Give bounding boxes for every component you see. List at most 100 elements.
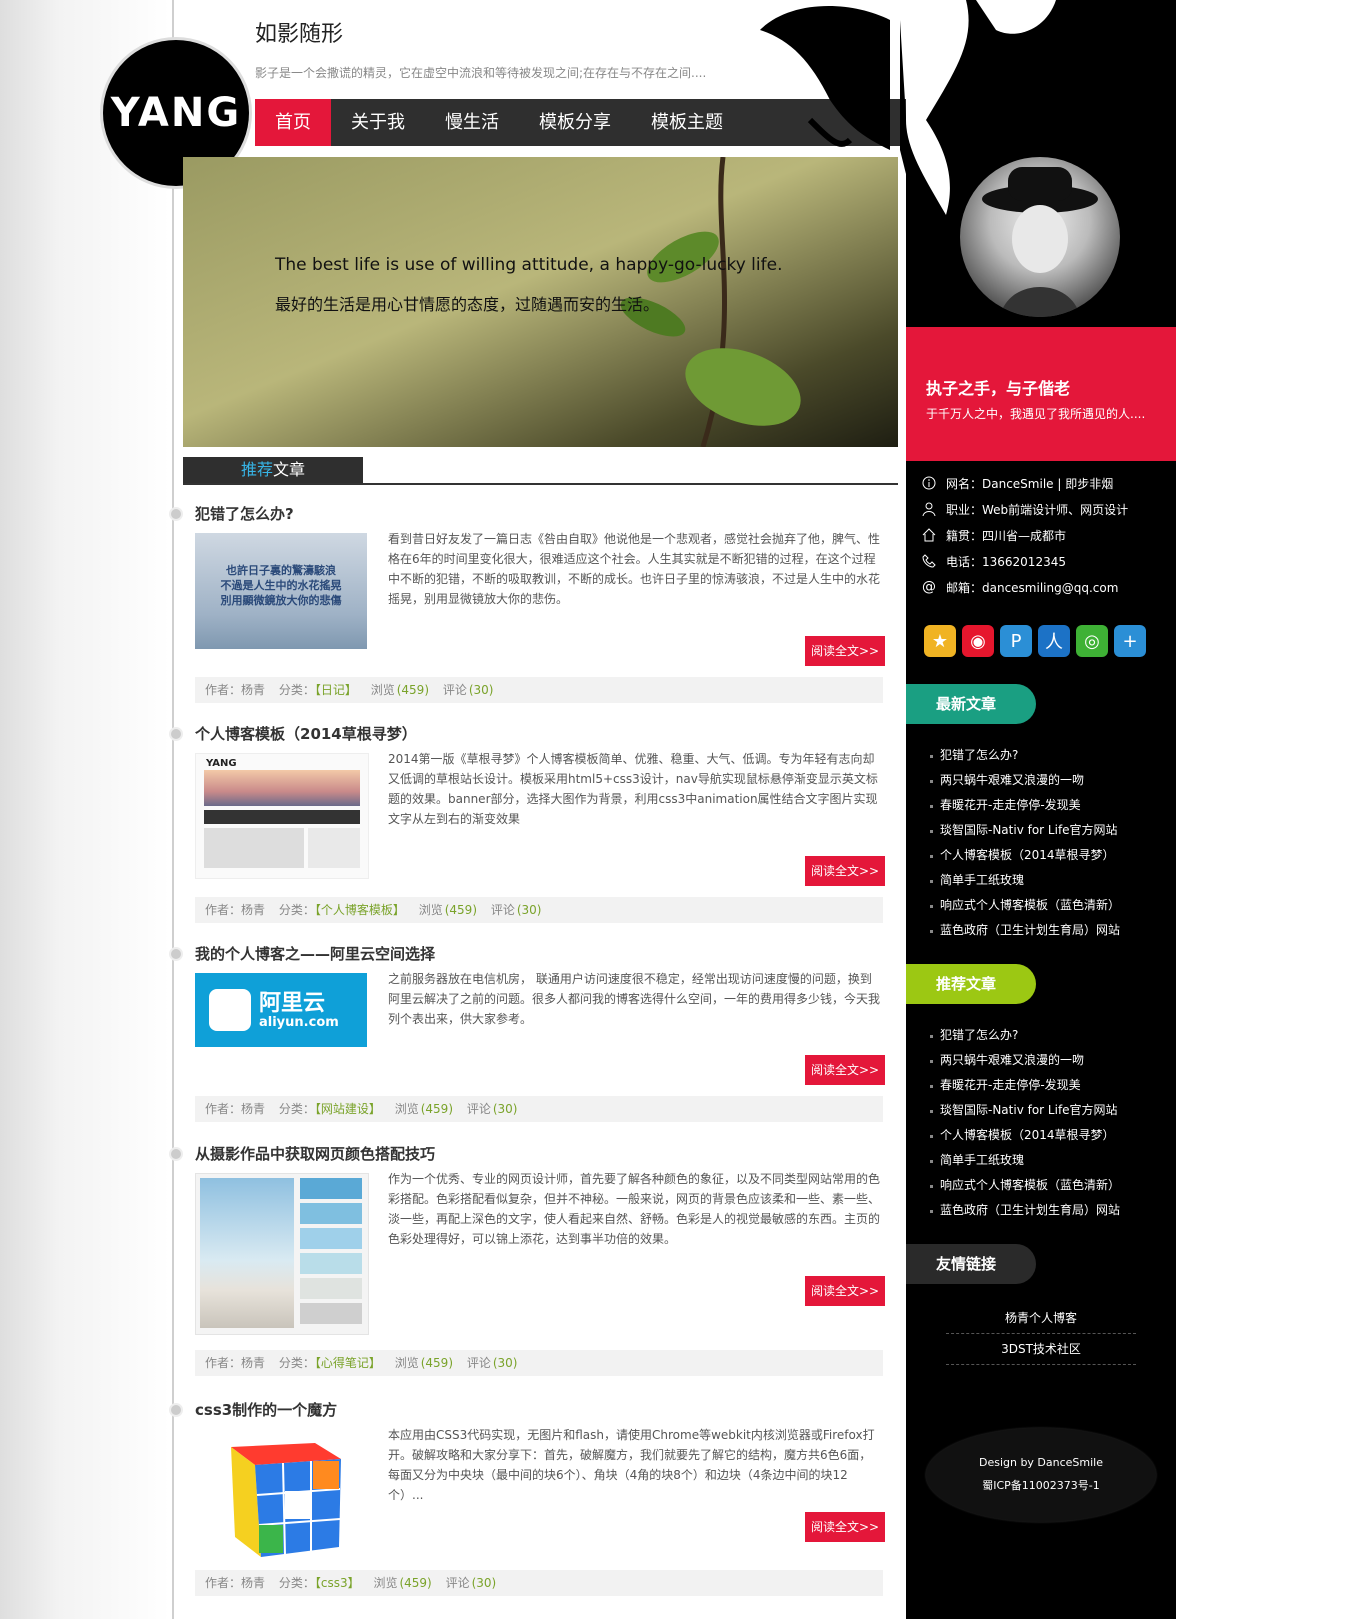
- author-name: 杨青: [241, 1102, 266, 1116]
- views-count: (459): [420, 1356, 454, 1370]
- article-title[interactable]: 个人博客模板（2014草根寻梦）: [195, 723, 417, 744]
- qzone-icon[interactable]: ★: [924, 625, 956, 657]
- recommended-tab: 推荐文章: [183, 457, 363, 483]
- thumbnail-caption: 也許日子裏的驚濤駭浪 不過是人生中的水花搖晃 別用顯微鏡放大你的悲傷: [220, 564, 342, 607]
- friend-link[interactable]: 杨青个人博客: [946, 1303, 1136, 1334]
- phone-text: 电话：13662012345: [946, 554, 1066, 569]
- friend-link[interactable]: 3DST技术社区: [946, 1334, 1136, 1365]
- thumbnail-subcaption: aliyun.com: [259, 1015, 339, 1030]
- site-title: 如影随形: [255, 22, 344, 47]
- profile-job: 职业：Web前端设计师、网页设计: [920, 500, 1128, 518]
- category-link[interactable]: 【心得笔记】: [315, 1356, 381, 1370]
- read-more-button[interactable]: 阅读全文>>: [805, 856, 885, 886]
- renren-icon[interactable]: 人: [1038, 625, 1070, 657]
- nickname-text: 网名：DanceSmile | 即步非烟: [946, 476, 1114, 491]
- category-label: 分类：: [278, 903, 315, 917]
- article-summary: 之前服务器放在电信机房， 联通用户访问速度很不稳定，经常出现访问速度慢的问题，换…: [388, 972, 881, 1026]
- read-more-button[interactable]: 阅读全文>>: [805, 1512, 885, 1542]
- article-summary: 看到昔日好友发了一篇日志《咎由自取》他说他是一个悲观者，感觉社会抛弃了他，脾气、…: [388, 532, 881, 606]
- avatar-portrait: [982, 167, 1098, 317]
- sidebar-article-link[interactable]: 响应式个人博客模板（蓝色清新）: [926, 1173, 1166, 1198]
- comments-label: 评论: [445, 1576, 470, 1590]
- tencent-weibo-icon[interactable]: P: [1000, 625, 1032, 657]
- category-link[interactable]: 【css3】: [315, 1576, 360, 1590]
- sidebar-article-link[interactable]: 犯错了怎么办?: [926, 1023, 1166, 1048]
- banner-chinese-quote: 最好的生活是用心甘情愿的态度，过随遇而安的生活。: [275, 295, 660, 314]
- timeline-dot: [169, 727, 183, 741]
- read-more-button[interactable]: 阅读全文>>: [805, 1276, 885, 1306]
- article-meta: 作者：杨青 分类：【网站建设】 浏览 (459) 评论 (30): [195, 1096, 883, 1122]
- category-link[interactable]: 【日记】: [315, 683, 357, 697]
- views-count: (459): [420, 1102, 454, 1116]
- color-swatch: [300, 1278, 362, 1299]
- read-more-button[interactable]: 阅读全文>>: [805, 1055, 885, 1085]
- nav-item-themes[interactable]: 模板主题: [631, 99, 743, 146]
- category-label: 分类：: [278, 1102, 315, 1116]
- sidebar-article-link[interactable]: 个人博客模板（2014草根寻梦）: [926, 1123, 1166, 1148]
- sidebar-article-link[interactable]: 两只蜗牛艰难又浪漫的一吻: [926, 768, 1166, 793]
- motto-title: 执子之手，与子偕老: [926, 379, 1071, 398]
- sidebar-article-link[interactable]: 犯错了怎么办?: [926, 743, 1166, 768]
- sidebar-article-link[interactable]: 两只蜗牛艰难又浪漫的一吻: [926, 1048, 1166, 1073]
- timeline-dot: [169, 1403, 183, 1417]
- motto-box: 执子之手，与子偕老 于千万人之中，我遇见了我所遇见的人....: [906, 327, 1176, 461]
- views-count: (459): [399, 1576, 432, 1590]
- comments-count: (30): [492, 1102, 518, 1116]
- category-label: 分类：: [278, 683, 315, 697]
- article-thumbnail[interactable]: 阿里云 aliyun.com: [195, 973, 367, 1047]
- nav-item-about[interactable]: 关于我: [331, 99, 425, 146]
- article-title[interactable]: 我的个人博客之——阿里云空间选择: [195, 943, 435, 964]
- thumbnail-caption: YANG: [206, 758, 237, 769]
- color-swatch: [300, 1228, 362, 1249]
- nav-item-home[interactable]: 首页: [255, 99, 331, 146]
- hometown-text: 籍贯：四川省—成都市: [946, 528, 1067, 543]
- profile-avatar[interactable]: [960, 157, 1120, 317]
- rubiks-cube-icon[interactable]: [195, 1429, 367, 1559]
- views-label: 浏览: [394, 1102, 419, 1116]
- views-label: 浏览: [370, 683, 395, 697]
- article-title[interactable]: css3制作的一个魔方: [195, 1399, 337, 1420]
- color-swatch-stack: [300, 1178, 362, 1328]
- comments-label: 评论: [490, 903, 515, 917]
- sidebar-article-link[interactable]: 春暖花开-走走停停-发现美: [926, 1073, 1166, 1098]
- category-link[interactable]: 【网站建设】: [315, 1102, 381, 1116]
- article-thumbnail[interactable]: 也許日子裏的驚濤駭浪 不過是人生中的水花搖晃 別用顯微鏡放大你的悲傷: [195, 533, 367, 649]
- sidebar-article-link[interactable]: 蓝色政府（卫生计划生育局）网站: [926, 918, 1166, 943]
- sidebar-article-link[interactable]: 琰智国际-Nativ for Life官方网站: [926, 818, 1166, 843]
- sidebar-article-link[interactable]: 琰智国际-Nativ for Life官方网站: [926, 1098, 1166, 1123]
- profile-nickname: 网名：DanceSmile | 即步非烟: [920, 474, 1113, 492]
- more-icon[interactable]: +: [1114, 625, 1146, 657]
- author-name: 杨青: [241, 903, 266, 917]
- sidebar-article-link[interactable]: 个人博客模板（2014草根寻梦）: [926, 843, 1166, 868]
- views-count: (459): [396, 683, 430, 697]
- article-title[interactable]: 从摄影作品中获取网页颜色搭配技巧: [195, 1143, 435, 1164]
- read-more-button[interactable]: 阅读全文>>: [805, 636, 885, 666]
- sidebar-article-link[interactable]: 响应式个人博客模板（蓝色清新）: [926, 893, 1166, 918]
- recommended-section-header: 推荐文章: [183, 457, 898, 485]
- profile-phone: 电话：13662012345: [920, 552, 1066, 570]
- views-count: (459): [444, 903, 478, 917]
- weibo-icon[interactable]: ◉: [962, 625, 994, 657]
- article-summary: 2014第一版《草根寻梦》个人博客模板简单、优雅、稳重、大气、低调。专为年轻有志…: [388, 752, 878, 826]
- footer-icp[interactable]: 蜀ICP备11002373号-1: [926, 1477, 1156, 1493]
- timeline-dot: [169, 1147, 183, 1161]
- article-meta: 作者：杨青 分类：【日记】 浏览 (459) 评论 (30): [195, 677, 883, 703]
- wechat-icon[interactable]: ◎: [1076, 625, 1108, 657]
- nav-item-templates[interactable]: 模板分享: [519, 99, 631, 146]
- article-title[interactable]: 犯错了怎么办?: [195, 503, 294, 524]
- article-thumbnail[interactable]: [195, 1173, 369, 1335]
- site-description: 影子是一个会撒谎的精灵，它在虚空中流浪和等待被发现之间;在存在与不存在之间...…: [255, 66, 707, 80]
- sidebar-article-link[interactable]: 简单手工纸玫瑰: [926, 1148, 1166, 1173]
- article-meta: 作者：杨青 分类：【css3】 浏览 (459) 评论 (30): [195, 1570, 883, 1596]
- section-title-rest: 文章: [273, 460, 306, 479]
- author-label: 作者：: [205, 1356, 242, 1370]
- article-thumbnail[interactable]: YANG: [195, 753, 369, 879]
- nav-item-slow-life[interactable]: 慢生活: [425, 99, 519, 146]
- sidebar-article-link[interactable]: 春暖花开-走走停停-发现美: [926, 793, 1166, 818]
- comments-count: (30): [471, 1576, 497, 1590]
- category-link[interactable]: 【个人博客模板】: [315, 903, 405, 917]
- article-card: 我的个人博客之——阿里云空间选择 阿里云 aliyun.com 之前服务器放在电…: [169, 943, 898, 1123]
- views-label: 浏览: [418, 903, 443, 917]
- sidebar-article-link[interactable]: 简单手工纸玫瑰: [926, 868, 1166, 893]
- sidebar-article-link[interactable]: 蓝色政府（卫生计划生育局）网站: [926, 1198, 1166, 1223]
